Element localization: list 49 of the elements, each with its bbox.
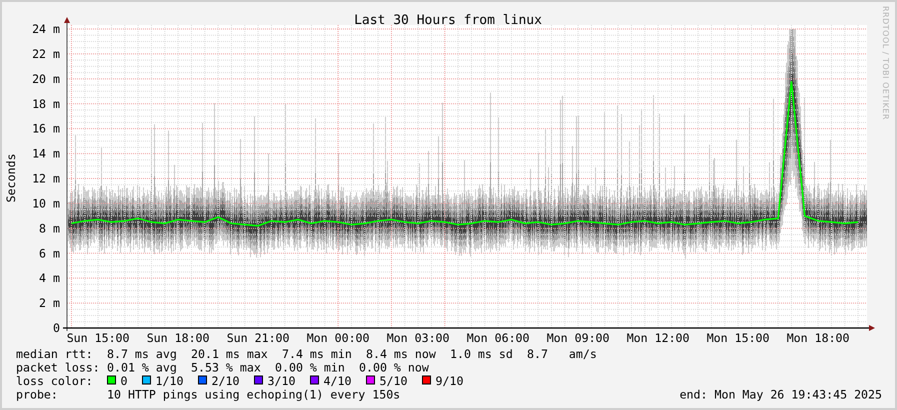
y-axis-label: Seconds (4, 154, 18, 202)
y-tick-label: 20 m (32, 72, 60, 86)
y-tick-label: 6 m (39, 246, 60, 260)
y-tick-label: 22 m (32, 46, 60, 61)
x-tick-label: Mon 09:00 (546, 331, 610, 345)
chart-title: Last 30 Hours from linux (354, 13, 542, 28)
probe-description: 10 HTTP pings using echoping(1) every 150s (107, 388, 400, 402)
x-tick-label: Sun 21:00 (226, 331, 290, 345)
legend-value: 1.0 ms sd (450, 347, 513, 361)
legend-label: loss color: (16, 374, 93, 388)
legend-value: 7.4 ms min (282, 347, 352, 361)
x-tick-label: Sun 18:00 (146, 331, 210, 345)
legend-label: probe: (16, 388, 58, 402)
legend-value: 0.01 % avg (107, 360, 177, 374)
x-tick-label: Mon 06:00 (466, 331, 530, 345)
x-tick-label: Mon 00:00 (306, 331, 370, 345)
x-tick-label: Mon 03:00 (386, 331, 450, 345)
legend-value: 20.1 ms max (191, 347, 268, 361)
loss-color-label: 1/10 (156, 374, 184, 388)
credit-text: RRDTOOL / TOBI OETIKER (881, 6, 890, 120)
y-tick-label: 10 m (32, 196, 60, 210)
legend-value: 8.7 am/s (527, 347, 597, 361)
y-tick-label: 8 m (39, 221, 60, 236)
y-tick-label: 18 m (32, 96, 60, 111)
y-tick-label: 14 m (32, 146, 60, 161)
y-tick-label: 24 m (32, 22, 60, 36)
y-tick-label: 4 m (39, 271, 60, 286)
loss-color-label: 2/10 (212, 374, 240, 388)
y-tick-label: 0 (53, 321, 60, 335)
legend-value: 8.4 ms now (366, 347, 436, 361)
x-tick-label: Mon 18:00 (786, 331, 850, 345)
y-tick-label: 2 m (39, 296, 60, 310)
y-tick-label: 12 m (32, 172, 60, 186)
legend-value: 5.53 % max (191, 360, 261, 374)
loss-color-label: 0 (120, 374, 128, 388)
legend-label: packet loss: (16, 360, 100, 374)
x-tick-label: Sun 15:00 (66, 331, 130, 345)
legend-label: median rtt: (16, 347, 93, 361)
loss-color-label: 9/10 (436, 374, 464, 388)
loss-color-label: 3/10 (268, 374, 296, 388)
x-tick-label: Mon 12:00 (626, 331, 690, 345)
legend-value: 0.00 % now (359, 360, 429, 374)
loss-color-label: 4/10 (324, 374, 352, 388)
loss-color-label: 5/10 (380, 374, 408, 388)
x-tick-label: Mon 15:00 (706, 331, 770, 345)
legend-value: 0.00 % min (275, 360, 345, 374)
end-time: end: Mon May 26 19:43:45 2025 (680, 388, 882, 402)
y-tick-label: 16 m (32, 122, 60, 136)
legend-value: 8.7 ms avg (107, 347, 177, 361)
